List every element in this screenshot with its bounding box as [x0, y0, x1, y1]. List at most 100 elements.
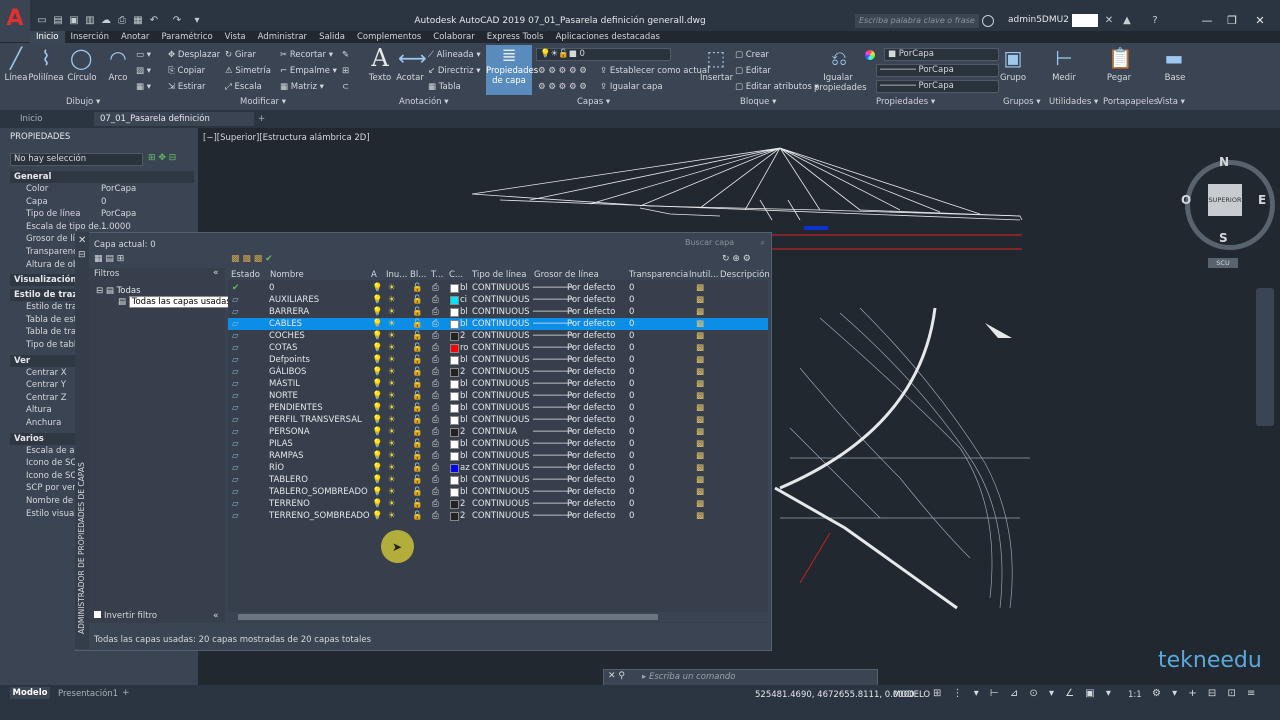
- layer-name[interactable]: GÁLIBOS: [269, 366, 306, 378]
- layer-status-icon[interactable]: ▱: [232, 378, 239, 390]
- layer-vp-freeze-icon[interactable]: ▩: [696, 342, 704, 354]
- selection-dropdown[interactable]: No hay selección: [10, 153, 143, 166]
- new-layer-icons[interactable]: ▩ ▩ ▩ ✔: [231, 254, 273, 264]
- layer-color-name[interactable]: bl: [460, 474, 468, 486]
- layer-color-name[interactable]: bl: [460, 282, 468, 294]
- layer-lineweight[interactable]: Por defecto: [567, 378, 615, 390]
- edit-block-button[interactable]: ▢ Editar: [735, 66, 771, 76]
- measure-icon[interactable]: ⊢: [1053, 46, 1075, 70]
- layer-plot-icon[interactable]: ⎙: [432, 390, 439, 402]
- layer-freeze-icon[interactable]: ☀: [388, 366, 396, 378]
- prop-row-value[interactable]: 1.0000: [101, 222, 131, 232]
- save-icon[interactable]: ▣: [67, 15, 81, 27]
- copy-button[interactable]: ⎘ Copiar: [168, 66, 205, 76]
- layer-lineweight[interactable]: Por defecto: [567, 510, 615, 522]
- layer-status-icon[interactable]: ▱: [232, 366, 239, 378]
- layer-freeze-icon[interactable]: ☀: [388, 354, 396, 366]
- search-input[interactable]: Escriba palabra clave o frase: [855, 14, 979, 28]
- layer-color-name[interactable]: bl: [460, 450, 468, 462]
- leader-button[interactable]: ↙ Directriz ▾: [428, 66, 481, 76]
- array-button[interactable]: ▦ Matriz ▾: [280, 82, 324, 92]
- layer-lock-icon[interactable]: 🔓: [412, 378, 423, 390]
- erase-icon[interactable]: ✎: [342, 50, 349, 60]
- layer-plot-icon[interactable]: ⎙: [432, 426, 439, 438]
- layer-freeze-icon[interactable]: ☀: [388, 450, 396, 462]
- command-line[interactable]: ✕ ⚲ ▸ Escriba un comando: [603, 669, 878, 686]
- layer-status-icon[interactable]: ▱: [232, 294, 239, 306]
- layer-on-icon[interactable]: 💡: [372, 498, 383, 510]
- layer-row[interactable]: ▱ AUXILIARES 💡 ☀ 🔓 ⎙ ci CONTINUOUS ──────── Por d…: [228, 294, 768, 306]
- layer-color-name[interactable]: az: [460, 462, 470, 474]
- layer-name[interactable]: PERFIL TRANSVERSAL: [269, 414, 362, 426]
- match-properties-icon[interactable]: ⎌: [828, 46, 850, 70]
- layer-lineweight[interactable]: Por defecto: [567, 402, 615, 414]
- properties-group-label[interactable]: Propiedades ▾: [876, 97, 935, 107]
- layer-on-icon[interactable]: 💡: [372, 438, 383, 450]
- layer-linetype[interactable]: CONTINUOUS: [472, 510, 530, 522]
- layer-linetype[interactable]: CONTINUOUS: [472, 414, 530, 426]
- layer-status-icon[interactable]: ▱: [232, 354, 239, 366]
- arc-icon[interactable]: ◠: [108, 46, 128, 70]
- layer-name[interactable]: TABLERO_SOMBREADO: [269, 486, 368, 498]
- layer-on-icon[interactable]: 💡: [372, 426, 383, 438]
- layer-linetype[interactable]: CONTINUOUS: [472, 378, 530, 390]
- layer-linetype[interactable]: CONTINUOUS: [472, 318, 530, 330]
- refresh-settings-icons[interactable]: ↻ ⊕ ⚙: [722, 254, 751, 264]
- layer-transparency[interactable]: 0: [629, 438, 634, 450]
- layer-transparency[interactable]: 0: [629, 330, 634, 342]
- layer-vp-freeze-icon[interactable]: ▩: [696, 306, 704, 318]
- layer-on-icon[interactable]: 💡: [372, 282, 383, 294]
- layer-transparency[interactable]: 0: [629, 450, 634, 462]
- set-current-button[interactable]: ⇪ Establecer como actual: [600, 66, 709, 76]
- layer-name[interactable]: COCHES: [269, 330, 305, 342]
- tab-complementos[interactable]: Complementos: [351, 31, 427, 43]
- customize-qa-icon[interactable]: ▾: [190, 15, 204, 27]
- layer-tools-row1[interactable]: ⚙ ⚙ ⚙ ⚙ ⚙: [538, 66, 587, 76]
- layer-vp-freeze-icon[interactable]: ▩: [696, 462, 704, 474]
- stretch-button[interactable]: ⇲ Estirar: [168, 82, 206, 92]
- layer-linetype[interactable]: CONTINUOUS: [472, 462, 530, 474]
- layer-row[interactable]: ▱ GÁLIBOS 💡 ☀ 🔓 ⎙ 2 CONTINUOUS ──────── Por defec…: [228, 366, 768, 378]
- paste-button[interactable]: Pegar: [1104, 73, 1134, 83]
- layer-lock-icon[interactable]: 🔓: [412, 462, 423, 474]
- filter-tree-used-layers[interactable]: ▤ Todas las capas usadas: [118, 296, 234, 308]
- col-description[interactable]: Descripción: [720, 270, 770, 280]
- layer-on-icon[interactable]: 💡: [372, 474, 383, 486]
- layer-color-name[interactable]: bl: [460, 486, 468, 498]
- minimize-icon[interactable]: —: [1195, 14, 1219, 27]
- collapse-filters-bottom-icon[interactable]: «: [213, 611, 219, 621]
- group-icon[interactable]: ▣: [1002, 46, 1024, 70]
- tab-insercion[interactable]: Inserción: [65, 31, 115, 43]
- layer-transparency[interactable]: 0: [629, 354, 634, 366]
- layer-transparency[interactable]: 0: [629, 462, 634, 474]
- layer-on-icon[interactable]: 💡: [372, 510, 383, 522]
- layer-lock-icon[interactable]: 🔓: [412, 306, 423, 318]
- layer-lock-icon[interactable]: 🔓: [412, 402, 423, 414]
- fillet-button[interactable]: ⌐ Empalme ▾: [280, 66, 337, 76]
- layer-freeze-icon[interactable]: ☀: [388, 390, 396, 402]
- layer-status-icon[interactable]: ▱: [232, 426, 239, 438]
- layer-transparency[interactable]: 0: [629, 510, 634, 522]
- layer-vp-freeze-icon[interactable]: ▩: [696, 426, 704, 438]
- layer-name[interactable]: Defpoints: [269, 354, 310, 366]
- layer-color-swatch[interactable]: [450, 284, 459, 293]
- layer-vp-freeze-icon[interactable]: ▩: [696, 390, 704, 402]
- layer-lineweight[interactable]: Por defecto: [567, 486, 615, 498]
- layer-on-icon[interactable]: 💡: [372, 342, 383, 354]
- scale-button[interactable]: ⤢ Escala: [225, 82, 262, 92]
- col-name[interactable]: Nombre: [270, 270, 304, 280]
- match-layer-button[interactable]: ⇪ Igualar capa: [600, 82, 663, 92]
- layer-row[interactable]: ▱ TABLERO_SOMBREADO 💡 ☀ 🔓 ⎙ bl CONTINUOUS ──────…: [228, 486, 768, 498]
- layer-vp-freeze-icon[interactable]: ▩: [696, 354, 704, 366]
- layer-color-name[interactable]: 2: [460, 366, 465, 378]
- layer-name[interactable]: RÍO: [269, 462, 284, 474]
- measure-button[interactable]: Medir: [1049, 73, 1079, 83]
- layer-plot-icon[interactable]: ⎙: [432, 438, 439, 450]
- layer-plot-icon[interactable]: ⎙: [432, 282, 439, 294]
- polyline-icon[interactable]: ⌇: [36, 46, 56, 70]
- open-web-icon[interactable]: ☁: [99, 15, 113, 27]
- explode-icon[interactable]: ⊞: [342, 66, 349, 76]
- annotation-group-label[interactable]: Anotación ▾: [399, 97, 449, 107]
- add-layout-icon[interactable]: +: [122, 688, 130, 698]
- layer-row[interactable]: ▱ TERRENO_SOMBREADO 💡 ☀ 🔓 ⎙ 2 CONTINUOUS ───────…: [228, 510, 768, 522]
